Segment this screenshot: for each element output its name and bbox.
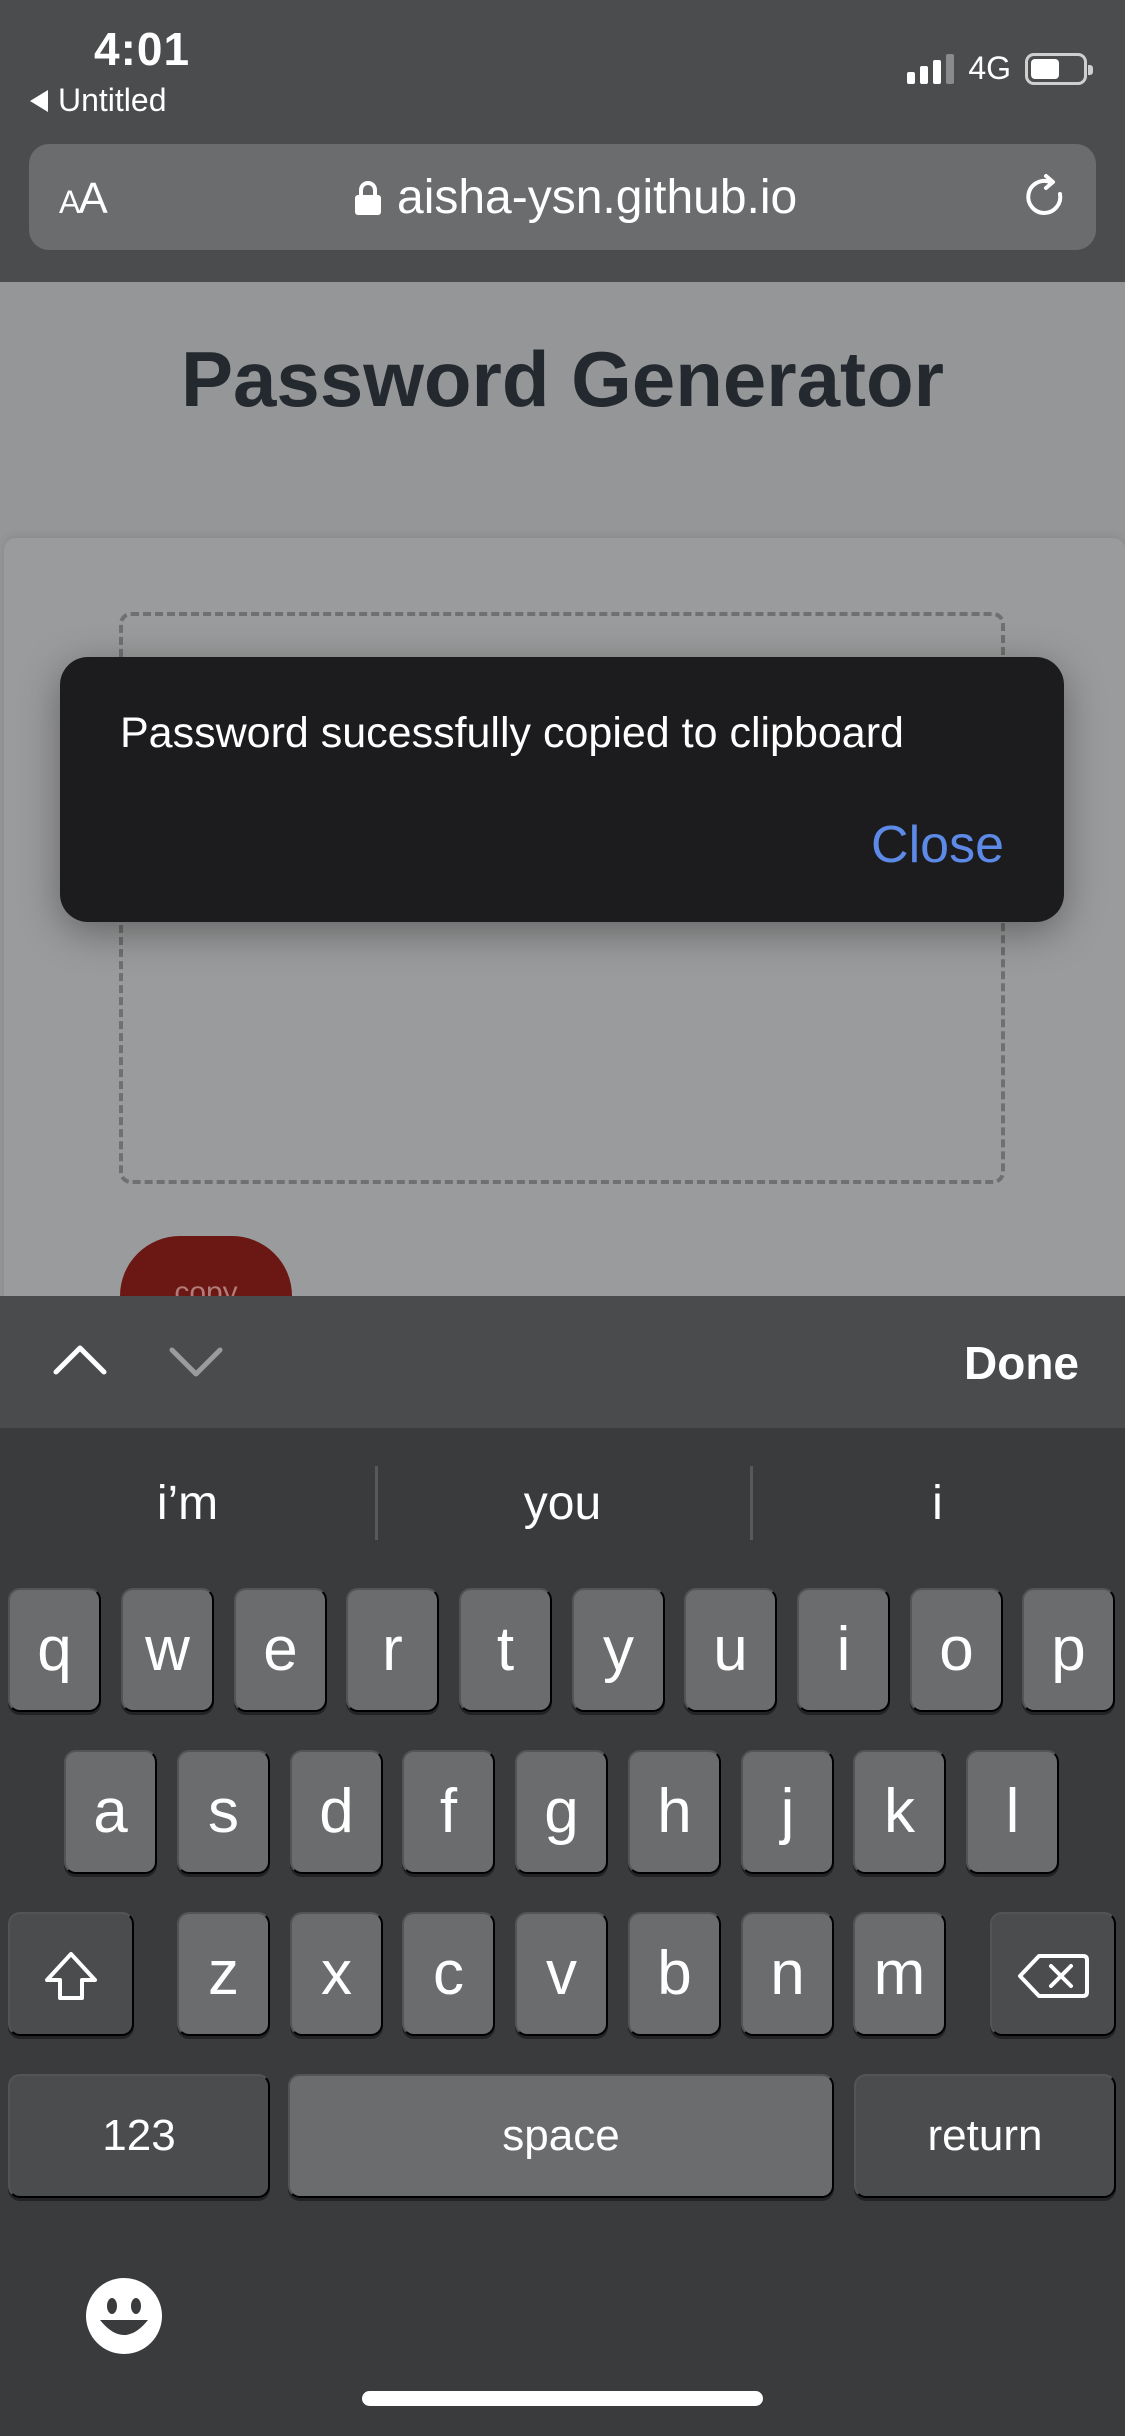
key-s[interactable]: s <box>177 1750 270 1874</box>
back-triangle-icon <box>30 89 48 112</box>
network-type: 4G <box>968 50 1011 86</box>
predictive-suggestions: i’m you i <box>0 1428 1125 1578</box>
key-e[interactable]: e <box>234 1588 327 1712</box>
key-k[interactable]: k <box>853 1750 946 1874</box>
key-m[interactable]: m <box>853 1912 946 2036</box>
key-g[interactable]: g <box>515 1750 608 1874</box>
key-x[interactable]: x <box>290 1912 383 2036</box>
key-a[interactable]: a <box>64 1750 157 1874</box>
backspace-icon <box>1018 1954 1089 1998</box>
status-indicators: 4G <box>907 50 1093 87</box>
suggestion-3[interactable]: i <box>750 1465 1125 1540</box>
key-p[interactable]: p <box>1022 1588 1115 1712</box>
reload-icon[interactable] <box>1020 172 1070 222</box>
space-key[interactable]: space <box>288 2074 834 2198</box>
back-to-app-link[interactable]: Untitled <box>30 82 167 119</box>
return-key[interactable]: return <box>854 2074 1116 2198</box>
address-bar[interactable]: AA aisha-ysn.github.io <box>29 144 1096 250</box>
status-time: 4:01 <box>94 23 191 75</box>
text-size-button[interactable]: AA <box>59 174 108 224</box>
key-v[interactable]: v <box>515 1912 608 2036</box>
key-row-2: a s d f g h j k l <box>0 1750 1125 1874</box>
key-row-4: 123 space return <box>0 2074 1125 2198</box>
key-o[interactable]: o <box>910 1588 1003 1712</box>
suggestion-2[interactable]: you <box>375 1465 750 1540</box>
key-row-1: q w e r t y u i o p <box>0 1588 1125 1712</box>
key-h[interactable]: h <box>628 1750 721 1874</box>
key-z[interactable]: z <box>177 1912 270 2036</box>
previous-field-chevron-up-icon[interactable] <box>50 1336 110 1386</box>
next-field-chevron-down-icon[interactable] <box>166 1336 226 1386</box>
key-f[interactable]: f <box>402 1750 495 1874</box>
battery-icon <box>1025 52 1093 85</box>
browser-top-chrome: 4:01 Untitled 4G AA aisha-ysn.github.io <box>0 0 1125 282</box>
key-d[interactable]: d <box>290 1750 383 1874</box>
emoji-keyboard-icon[interactable] <box>84 2276 164 2356</box>
shift-arrow-icon <box>45 1952 97 2000</box>
url-display[interactable]: aisha-ysn.github.io <box>355 170 797 225</box>
shift-key[interactable] <box>8 1912 134 2036</box>
home-indicator[interactable] <box>362 2391 763 2406</box>
key-y[interactable]: y <box>572 1588 665 1712</box>
key-u[interactable]: u <box>684 1588 777 1712</box>
keyboard: i’m you i q w e r t y u i o p a s d f g … <box>0 1428 1125 2436</box>
key-row-3: z x c v b n m <box>0 1912 1125 2036</box>
key-i[interactable]: i <box>797 1588 890 1712</box>
alert-dialog: Password sucessfully copied to clipboard… <box>60 657 1064 922</box>
url-text: aisha-ysn.github.io <box>397 171 798 224</box>
done-button[interactable]: Done <box>964 1336 1079 1390</box>
key-j[interactable]: j <box>741 1750 834 1874</box>
lock-icon <box>355 180 381 215</box>
key-l[interactable]: l <box>966 1750 1059 1874</box>
alert-close-button[interactable]: Close <box>871 815 1004 875</box>
key-t[interactable]: t <box>459 1588 552 1712</box>
back-app-label: Untitled <box>58 82 167 118</box>
suggestion-1[interactable]: i’m <box>0 1476 375 1531</box>
key-b[interactable]: b <box>628 1912 721 2036</box>
backspace-key[interactable] <box>990 1912 1116 2036</box>
keyboard-accessory-bar: Done <box>0 1296 1125 1428</box>
key-q[interactable]: q <box>8 1588 101 1712</box>
key-c[interactable]: c <box>402 1912 495 2036</box>
numbers-key[interactable]: 123 <box>8 2074 270 2198</box>
key-r[interactable]: r <box>346 1588 439 1712</box>
cellular-signal-icon <box>907 53 955 84</box>
key-w[interactable]: w <box>121 1588 214 1712</box>
alert-message: Password sucessfully copied to clipboard <box>120 709 904 757</box>
key-n[interactable]: n <box>741 1912 834 2036</box>
page-title: Password Generator <box>181 335 944 423</box>
